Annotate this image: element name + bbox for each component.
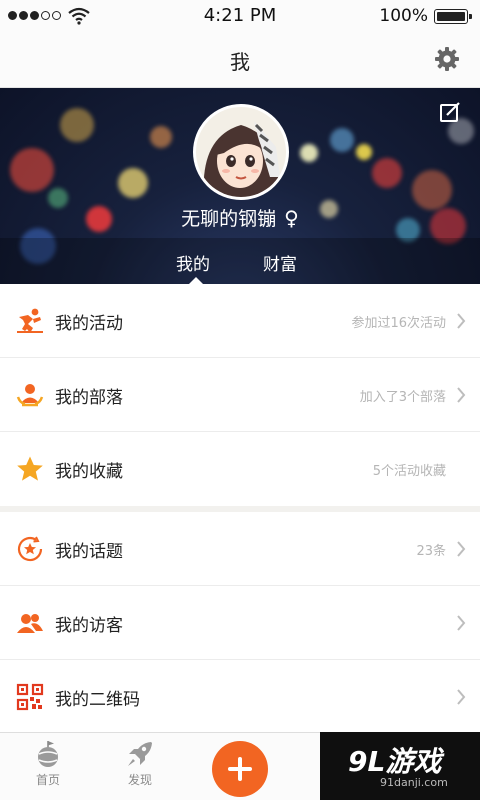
menu-group-2: 我的话题 23条 我的访客 我的二维码 [0, 512, 480, 734]
home-icon [38, 741, 58, 767]
menu-item-my-topics[interactable]: 我的话题 23条 [0, 512, 480, 586]
profile-banner: 无聊的钢镚 ♀ 我的 财富 [0, 88, 480, 284]
add-button[interactable] [212, 741, 268, 797]
menu-item-my-tribes[interactable]: 我的部落 加入了3个部落 [0, 358, 480, 432]
visitors-icon [17, 614, 43, 633]
watermark-logo: 9L游戏 91danji.com [320, 732, 480, 800]
avatar-illustration [203, 121, 280, 197]
chevron-right-icon [457, 387, 466, 403]
tab-discover-label: 发现 [127, 773, 152, 787]
chevron-right-icon [457, 615, 466, 631]
tab-home-label: 首页 [35, 773, 60, 787]
activity-count: 参加过16次活动 [351, 316, 446, 331]
chevron-right-icon [457, 313, 466, 329]
menu-item-label: 我的访客 [55, 616, 123, 636]
menu-item-label: 我的部落 [55, 388, 123, 408]
watermark-url: 91danji.com [380, 776, 448, 789]
chevron-right-icon [457, 541, 466, 557]
star-icon [17, 456, 43, 481]
chevron-right-icon [457, 689, 466, 705]
watermark-logo-text: 9L游戏 [348, 745, 442, 778]
female-gender-icon: ♀ [284, 206, 299, 230]
favorites-count: 5个活动收藏 [372, 464, 446, 479]
avatar[interactable] [193, 104, 289, 200]
profile-tabs: 我的 财富 [0, 238, 480, 284]
menu-item-my-qrcode[interactable]: 我的二维码 [0, 660, 480, 734]
activity-icon [17, 308, 43, 333]
topic-icon [17, 536, 43, 562]
qrcode-icon [16, 683, 44, 711]
menu-item-my-activities[interactable]: 我的活动 参加过16次活动 [0, 284, 480, 358]
tab-mine[interactable]: 我的 [176, 250, 210, 275]
menu-item-my-favorites[interactable]: 我的收藏 5个活动收藏 [0, 432, 480, 506]
bottom-tab-bar: 首页 发现 关 9L游戏 91danji.com [0, 732, 480, 800]
menu-item-my-visitors[interactable]: 我的访客 [0, 586, 480, 660]
menu-group-1: 我的活动 参加过16次活动 我的部落 加入了3个部落 我的收藏 5个活动收藏 [0, 284, 480, 506]
page-title: 我 [230, 50, 250, 74]
tab-selected-pointer [189, 277, 203, 284]
menu-item-label: 我的话题 [55, 542, 123, 562]
username-row: 无聊的钢镚 ♀ [0, 204, 480, 231]
rocket-icon [128, 742, 152, 766]
status-bar: 4:21 PM 100% [0, 0, 480, 32]
tab-home[interactable]: 首页 [18, 739, 78, 788]
nav-bar: 我 [0, 32, 480, 88]
topic-count: 23条 [416, 544, 446, 559]
edit-profile-icon[interactable] [438, 100, 462, 124]
tribe-icon [16, 384, 44, 407]
settings-gear-icon[interactable] [434, 46, 460, 72]
menu-item-label: 我的活动 [55, 314, 123, 334]
menu-item-label: 我的二维码 [55, 690, 140, 710]
tribe-count: 加入了3个部落 [359, 390, 446, 405]
username: 无聊的钢镚 [181, 208, 277, 230]
tab-wealth[interactable]: 财富 [263, 250, 297, 275]
tab-discover[interactable]: 发现 [110, 739, 170, 788]
battery-icon [434, 9, 472, 24]
battery-percentage: 100% [379, 6, 428, 26]
menu-item-label: 我的收藏 [55, 462, 123, 482]
